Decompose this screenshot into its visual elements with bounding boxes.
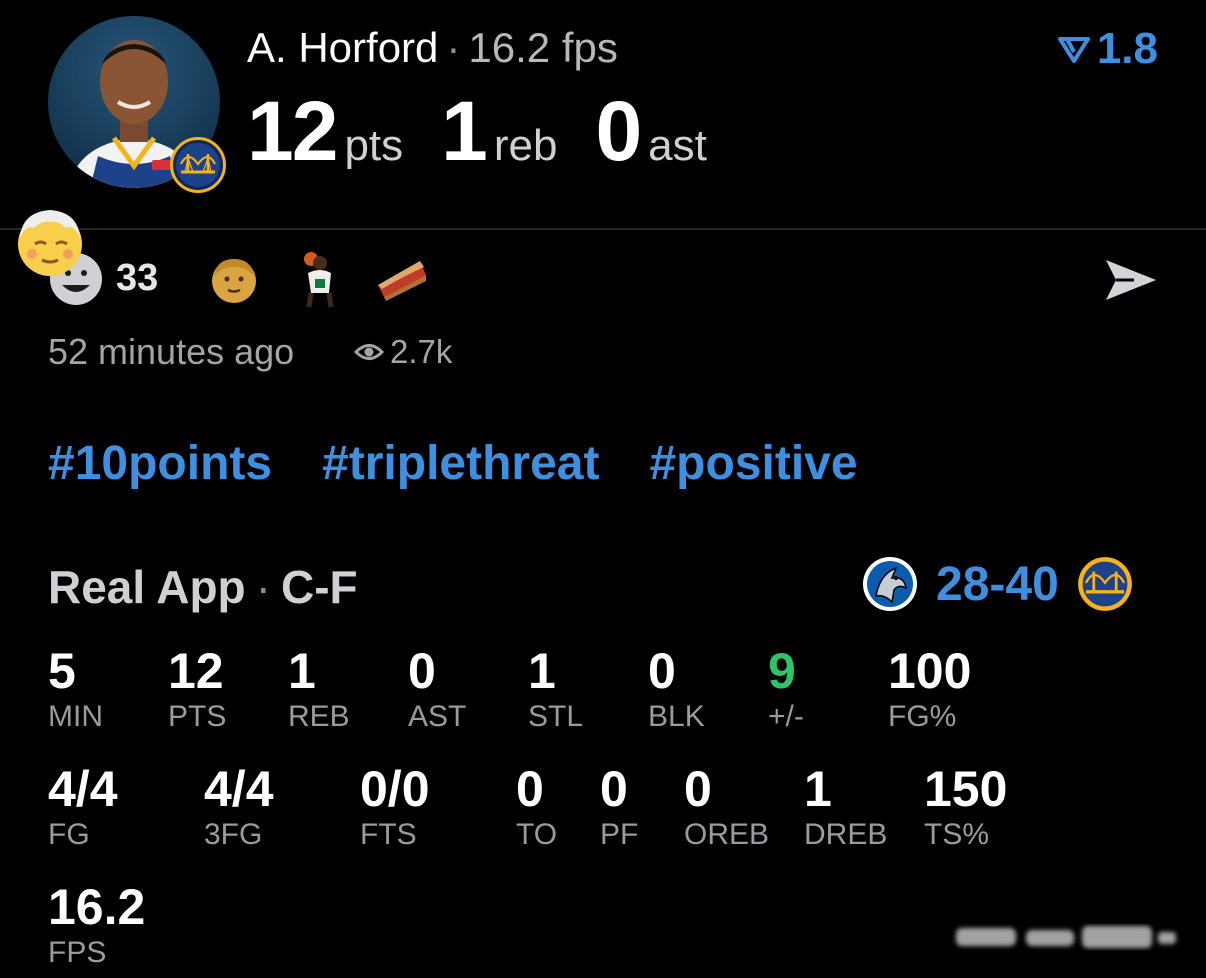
stat-label: FG bbox=[48, 818, 90, 851]
stat-pts: 12 PTS bbox=[168, 644, 226, 734]
stat-value: 12 bbox=[168, 643, 224, 699]
stat-value: 4/4 bbox=[204, 761, 274, 817]
stat-value: 100 bbox=[888, 643, 972, 699]
stat-fg: 4/4 FG bbox=[48, 762, 118, 852]
view-count-value: 2.7k bbox=[390, 333, 453, 370]
header-divider bbox=[0, 228, 1206, 230]
stat-value: 0 bbox=[648, 643, 676, 699]
stat-label: PF bbox=[600, 818, 639, 851]
stat-oreb: 0 OREB bbox=[684, 762, 769, 852]
stat-label: REB bbox=[288, 700, 350, 733]
stat-stl: 1 STL bbox=[528, 644, 583, 734]
pie-emoji-icon[interactable] bbox=[374, 255, 428, 303]
stat-value: 0 bbox=[684, 761, 712, 817]
view-count: 2.7k bbox=[354, 333, 452, 371]
old-man-emoji-icon bbox=[18, 210, 82, 276]
warriors-logo-icon bbox=[1077, 557, 1132, 611]
delta-indicator[interactable]: 1.8 bbox=[1057, 24, 1158, 74]
stat-label: FTS bbox=[360, 818, 417, 851]
score-value: 28-40 bbox=[936, 557, 1059, 611]
points-value: 12 bbox=[247, 84, 338, 178]
stat-label: 3FG bbox=[204, 818, 263, 851]
stat-value: 16.2 bbox=[48, 879, 146, 935]
eye-icon bbox=[354, 344, 384, 360]
stat-value: 150 bbox=[924, 761, 1008, 817]
assists-value: 0 bbox=[595, 84, 642, 178]
stat-label: AST bbox=[408, 700, 467, 733]
game-meta: Real App · C-F bbox=[48, 560, 358, 614]
stat-label: TO bbox=[516, 818, 558, 851]
hashtag-link[interactable]: #10points bbox=[48, 436, 272, 491]
stat-label: PTS bbox=[168, 700, 227, 733]
stat-value: 1 bbox=[288, 643, 316, 699]
old-man-emoji-icon[interactable] bbox=[208, 253, 260, 305]
post-timestamp: 52 minutes ago bbox=[48, 331, 295, 372]
hashtag-link[interactable]: #triplethreat bbox=[322, 436, 599, 491]
meta-separator: · bbox=[255, 561, 271, 613]
assists-unit: ast bbox=[648, 121, 707, 170]
stat-fg-pct: 100 FG% bbox=[888, 644, 971, 734]
player-title: A. Horford · 16.2 fps bbox=[247, 22, 618, 74]
stat-label: FPS bbox=[48, 936, 107, 969]
send-icon[interactable] bbox=[1102, 256, 1160, 304]
player-position: C-F bbox=[280, 561, 358, 613]
stat-value: 5 bbox=[48, 643, 76, 699]
game-source: Real App bbox=[48, 561, 246, 613]
stat-label: TS% bbox=[924, 818, 990, 851]
player-sticker-icon[interactable] bbox=[293, 249, 343, 307]
stat-ast: 0 AST bbox=[408, 644, 466, 734]
stat-value: 0 bbox=[408, 643, 436, 699]
stat-ts-pct: 150 TS% bbox=[924, 762, 1007, 852]
stat-label: BLK bbox=[648, 700, 705, 733]
stat-3fg: 4/4 3FG bbox=[204, 762, 274, 852]
stat-fts: 0/0 FTS bbox=[360, 762, 430, 852]
stat-value: 9 bbox=[768, 643, 796, 699]
stat-fps: 16.2 FPS bbox=[48, 880, 145, 970]
rebounds-value: 1 bbox=[441, 84, 488, 178]
stat-to: 0 TO bbox=[516, 762, 557, 852]
stat-min: 5 MIN bbox=[48, 644, 103, 734]
stat-value: 0/0 bbox=[360, 761, 430, 817]
stat-plus-minus: 9 +/- bbox=[768, 644, 804, 734]
stat-label: OREB bbox=[684, 818, 770, 851]
stat-value: 1 bbox=[528, 643, 556, 699]
stat-value: 0 bbox=[516, 761, 544, 817]
hashtag-link[interactable]: #positive bbox=[649, 436, 857, 491]
stat-label: +/- bbox=[768, 700, 804, 733]
player-fps: 16.2 fps bbox=[468, 24, 618, 71]
team-logo-icon bbox=[170, 137, 226, 193]
rebounds-unit: reb bbox=[493, 121, 558, 170]
stat-label: STL bbox=[528, 700, 584, 733]
player-name[interactable]: A. Horford bbox=[247, 24, 438, 71]
stat-reb: 1 REB bbox=[288, 644, 350, 734]
stat-value: 1 bbox=[804, 761, 832, 817]
stat-pf: 0 PF bbox=[600, 762, 638, 852]
stat-dreb: 1 DREB bbox=[804, 762, 887, 852]
headline-statline: 12 pts 1 reb 0 ast bbox=[247, 86, 745, 176]
mavericks-logo-icon bbox=[863, 557, 917, 611]
points-unit: pts bbox=[344, 121, 404, 170]
stat-label: FG% bbox=[888, 700, 957, 733]
blurred-watermark bbox=[956, 926, 1176, 948]
reaction-count: 33 bbox=[116, 257, 159, 299]
stat-value: 0 bbox=[600, 761, 628, 817]
stat-label: MIN bbox=[48, 700, 103, 733]
stat-label: DREB bbox=[804, 818, 888, 851]
stat-blk: 0 BLK bbox=[648, 644, 705, 734]
game-score[interactable]: 28-40 bbox=[862, 556, 1133, 612]
stat-value: 4/4 bbox=[48, 761, 118, 817]
title-separator: · bbox=[446, 24, 461, 71]
delta-value: 1.8 bbox=[1096, 24, 1158, 73]
down-trend-icon bbox=[1057, 37, 1090, 63]
hashtag-list: #10points #triplethreat #positive bbox=[48, 436, 858, 491]
